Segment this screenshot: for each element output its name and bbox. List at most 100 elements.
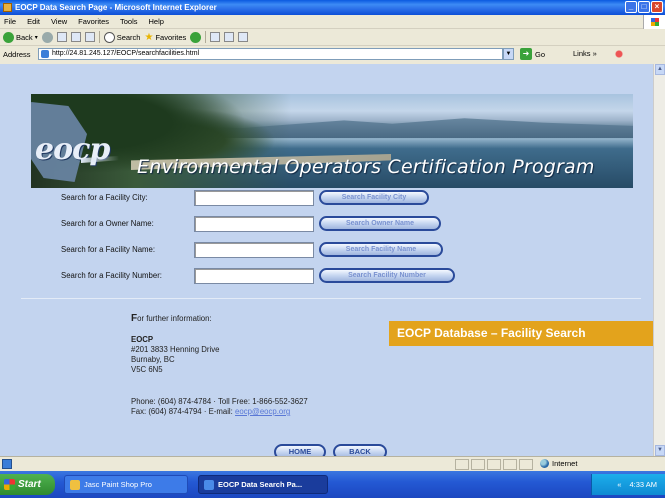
globe-icon bbox=[540, 459, 549, 468]
menu-file[interactable]: File bbox=[4, 17, 16, 26]
tray-expand-button[interactable]: « bbox=[617, 480, 621, 489]
maximize-button[interactable]: □ bbox=[638, 1, 650, 13]
search-facility-city-button[interactable]: Search Facility City bbox=[319, 190, 429, 205]
favorites-label: Favorites bbox=[155, 32, 187, 42]
facility-number-input[interactable] bbox=[194, 268, 314, 284]
search-icon bbox=[103, 31, 115, 43]
search-facility-name-button[interactable]: Search Facility Name bbox=[319, 242, 443, 257]
menu-view[interactable]: View bbox=[51, 17, 67, 26]
facility-city-input[interactable] bbox=[194, 190, 314, 206]
address-bar: Address http://24.81.245.127/EOCP/search… bbox=[0, 46, 665, 63]
scroll-up-arrow-icon[interactable]: ▲ bbox=[655, 64, 665, 75]
links-button[interactable]: Links » bbox=[573, 49, 597, 58]
search-toolbar-button[interactable]: Search bbox=[103, 31, 141, 43]
program-title: Environmental Operators Certification Pr… bbox=[137, 156, 595, 178]
window-title: EOCP Data Search Page - Microsoft Intern… bbox=[15, 3, 217, 12]
home-icon[interactable] bbox=[84, 32, 95, 42]
search-row-city: Search for a Facility City: Search Facil… bbox=[61, 190, 461, 206]
menu-help[interactable]: Help bbox=[149, 17, 164, 26]
facility-name-input[interactable] bbox=[194, 242, 314, 258]
edit-icon[interactable] bbox=[238, 32, 249, 42]
phone-line: Phone: (604) 874-4784 · Toll Free: 1-866… bbox=[131, 397, 308, 406]
start-label: Start bbox=[18, 479, 41, 490]
close-button[interactable]: × bbox=[651, 1, 663, 13]
address-line-3: V5C 6N5 bbox=[131, 365, 163, 374]
fax-email-line: Fax: (604) 874-4794 · E-mail: eocp@eocp.… bbox=[131, 407, 290, 416]
system-tray: « 4:33 AM bbox=[591, 474, 665, 495]
history-icon[interactable] bbox=[190, 31, 202, 43]
scroll-down-arrow-icon[interactable]: ▼ bbox=[655, 445, 665, 456]
windows-flag-icon bbox=[4, 479, 15, 490]
facility-number-label: Search for a Facility Number: bbox=[61, 271, 162, 280]
forward-arrow-icon[interactable] bbox=[41, 31, 53, 43]
fax-text: Fax: (604) 874-4794 · E-mail: bbox=[131, 407, 236, 416]
back-toolbar-button[interactable]: Back ▾ bbox=[3, 31, 38, 43]
task-label: EOCP Data Search Pa... bbox=[218, 480, 303, 489]
refresh-icon[interactable] bbox=[70, 32, 81, 42]
status-cells bbox=[455, 459, 533, 470]
search-row-facility-name: Search for a Facility Name: Search Facil… bbox=[61, 242, 461, 258]
eocp-banner: eocp Environmental Operators Certificati… bbox=[31, 94, 633, 188]
menu-bar: File Edit View Favorites Tools Help bbox=[0, 15, 665, 29]
toolbar-separator bbox=[205, 31, 207, 43]
status-cell bbox=[503, 459, 517, 470]
paint-shop-icon bbox=[70, 479, 80, 490]
address-dropdown-button[interactable]: ▼ bbox=[503, 48, 514, 60]
home-button[interactable]: HOME bbox=[274, 444, 326, 456]
search-facility-number-button[interactable]: Search Facility Number bbox=[319, 268, 455, 283]
page-viewport: eocp Environmental Operators Certificati… bbox=[0, 64, 653, 456]
toolbar-separator bbox=[98, 31, 100, 43]
menu-edit[interactable]: Edit bbox=[27, 17, 40, 26]
menu-tools[interactable]: Tools bbox=[120, 17, 138, 26]
search-owner-name-button[interactable]: Search Owner Name bbox=[319, 216, 441, 231]
taskbar-item-paintshop[interactable]: Jasc Paint Shop Pro bbox=[64, 475, 188, 494]
go-arrow-icon: ➜ bbox=[520, 48, 532, 60]
minimize-button[interactable]: _ bbox=[625, 1, 637, 13]
owner-name-input[interactable] bbox=[194, 216, 314, 232]
menu-favorites[interactable]: Favorites bbox=[78, 17, 109, 26]
facility-city-label: Search for a Facility City: bbox=[61, 193, 148, 202]
org-name: EOCP bbox=[131, 335, 154, 344]
status-cell bbox=[455, 459, 469, 470]
address-line-1: #201 3833 Henning Drive bbox=[131, 345, 220, 354]
mail-icon[interactable] bbox=[210, 32, 221, 42]
address-label: Address bbox=[3, 50, 31, 59]
ie-icon bbox=[3, 3, 12, 12]
taskbar-item-ie[interactable]: EOCP Data Search Pa... bbox=[198, 475, 328, 494]
vertical-scrollbar[interactable]: ▲ ▼ bbox=[653, 64, 665, 456]
stop-icon[interactable] bbox=[56, 32, 67, 42]
clock: 4:33 AM bbox=[629, 480, 657, 489]
start-button[interactable]: Start bbox=[0, 474, 55, 495]
print-icon[interactable] bbox=[224, 32, 235, 42]
address-line-2: Burnaby, BC bbox=[131, 355, 175, 364]
section-divider bbox=[21, 298, 641, 299]
search-label: Search bbox=[116, 32, 141, 42]
search-row-facility-number: Search for a Facility Number: Search Fac… bbox=[61, 268, 461, 284]
back-button[interactable]: BACK bbox=[333, 444, 387, 456]
search-row-owner: Search for a Owner Name: Search Owner Na… bbox=[61, 216, 461, 232]
go-button[interactable]: ➜ Go bbox=[520, 48, 545, 60]
back-label: Back bbox=[16, 32, 33, 42]
taskbar: Start Jasc Paint Shop Pro EOCP Data Sear… bbox=[0, 471, 665, 498]
status-bar: Internet bbox=[0, 456, 665, 471]
status-cell bbox=[487, 459, 501, 470]
status-cell bbox=[471, 459, 485, 470]
favorites-toolbar-button[interactable]: ★ Favorites bbox=[144, 32, 186, 43]
star-icon: ★ bbox=[144, 31, 154, 43]
address-input[interactable]: http://24.81.245.127/EOCP/searchfaciliti… bbox=[38, 48, 503, 60]
window-titlebar: EOCP Data Search Page - Microsoft Intern… bbox=[0, 0, 665, 15]
extension-icon[interactable] bbox=[611, 48, 631, 60]
toolbar: Back ▾ Search ★ Favorites bbox=[0, 29, 665, 46]
security-zone: Internet bbox=[540, 459, 577, 468]
back-arrow-icon bbox=[3, 31, 14, 43]
page-icon bbox=[2, 459, 12, 469]
window-controls: _ □ × bbox=[625, 1, 663, 13]
chevron-down-icon: ▾ bbox=[34, 34, 38, 41]
further-info-heading: For further information: bbox=[131, 313, 212, 324]
email-link[interactable]: eocp@eocp.org bbox=[235, 407, 290, 416]
owner-name-label: Search for a Owner Name: bbox=[61, 219, 154, 228]
links-label: Links bbox=[573, 49, 591, 58]
windows-logo-icon bbox=[643, 15, 665, 29]
caption-banner: EOCP Database – Facility Search bbox=[389, 321, 653, 346]
facility-name-label: Search for a Facility Name: bbox=[61, 245, 156, 254]
